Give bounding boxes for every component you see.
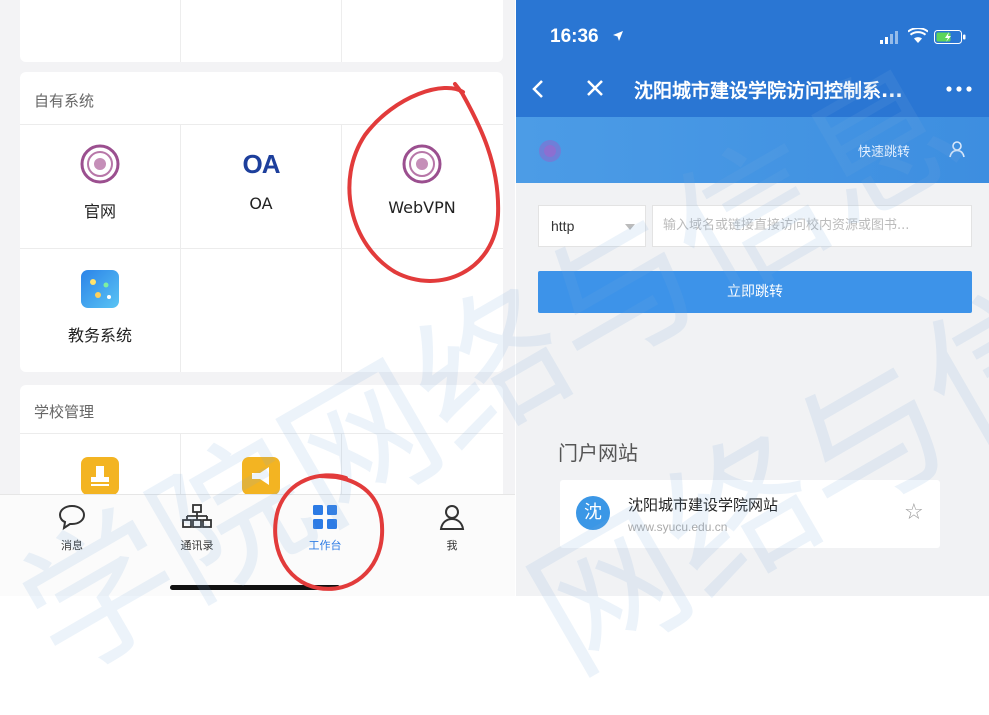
more-options-icon[interactable] xyxy=(946,86,972,92)
url-input[interactable]: 输入域名或链接直接访问校内资源或图书... xyxy=(652,205,972,247)
tab-label: 工作台 xyxy=(308,539,342,552)
back-arrow-icon[interactable] xyxy=(532,79,544,99)
megaphone-icon xyxy=(242,457,280,495)
app-label: 教务系统 xyxy=(67,326,132,345)
app-webvpn[interactable]: WebVPN xyxy=(342,144,502,217)
protocol-value: http xyxy=(551,218,575,234)
logo-circle-icon xyxy=(539,140,561,162)
status-bar: 16:36 xyxy=(516,0,989,62)
app-label: OA xyxy=(249,194,273,213)
own-systems-card: 自有系统 官网 OA OA WebVPN 教务系统 xyxy=(20,72,503,372)
app-oa[interactable]: OA OA xyxy=(181,144,341,213)
status-time: 16:36 xyxy=(550,26,599,47)
tab-messages[interactable]: 消息 xyxy=(32,503,112,553)
app-school-admin-1[interactable] xyxy=(20,457,180,499)
stamp-icon xyxy=(81,457,119,495)
app-school-admin-2[interactable] xyxy=(181,457,341,499)
grid-divider xyxy=(20,433,503,434)
jump-now-button[interactable]: 立即跳转 xyxy=(538,271,972,313)
navigation-bar: 沈阳城市建设学院访问控制系... xyxy=(516,62,989,117)
page-title: 沈阳城市建设学院访问控制系... xyxy=(634,80,903,102)
school-admin-title: 学校管理 xyxy=(34,403,95,421)
own-systems-title: 自有系统 xyxy=(34,92,95,110)
app-official-website[interactable]: 官网 xyxy=(20,144,180,222)
tab-me[interactable]: 我 xyxy=(412,503,492,553)
bottom-tab-bar: 消息 通讯录 工作台 我 xyxy=(0,494,515,596)
tab-contacts[interactable]: 通讯录 xyxy=(157,503,237,553)
url-form: http 输入域名或链接直接访问校内资源或图书... xyxy=(538,205,972,247)
protocol-select[interactable]: http xyxy=(538,205,646,247)
portal-section-title: 门户网站 xyxy=(558,441,638,465)
tab-label: 消息 xyxy=(61,539,83,552)
battery-charging-icon xyxy=(934,30,966,44)
tab-label: 通讯录 xyxy=(180,539,214,552)
header-banner: 快速跳转 xyxy=(516,117,989,183)
org-chart-icon xyxy=(182,504,212,528)
signal-icon xyxy=(880,31,898,44)
star-icon[interactable]: ☆ xyxy=(904,500,924,525)
person-icon xyxy=(439,505,465,530)
tab-label: 我 xyxy=(446,539,458,552)
grid-divider xyxy=(20,248,503,249)
grid-divider xyxy=(341,0,342,62)
chat-bubble-icon xyxy=(58,504,86,531)
app-label: WebVPN xyxy=(388,198,456,217)
previous-section-card xyxy=(20,0,503,62)
left-phone-screen: 自有系统 官网 OA OA WebVPN 教务系统 学校管理 消息 通讯录 工作… xyxy=(0,0,515,596)
home-indicator xyxy=(170,585,340,590)
portal-site-card[interactable]: 沈 沈阳城市建设学院网站 www.syucu.edu.cn ☆ xyxy=(560,480,940,548)
wifi-icon xyxy=(908,28,928,43)
oa-logo-icon: OA xyxy=(242,149,281,179)
academic-system-icon xyxy=(81,270,119,308)
site-name: 沈阳城市建设学院网站 xyxy=(628,496,779,514)
tab-workbench[interactable]: 工作台 xyxy=(285,503,365,553)
app-academic-system[interactable]: 教务系统 xyxy=(20,270,180,346)
grid-divider xyxy=(20,124,503,125)
grid-icon xyxy=(313,505,337,529)
location-arrow-icon xyxy=(613,31,623,41)
school-admin-card: 学校管理 xyxy=(20,385,503,510)
school-emblem-icon xyxy=(80,144,120,184)
site-url: www.syucu.edu.cn xyxy=(628,520,728,534)
quick-jump-link[interactable]: 快速跳转 xyxy=(858,141,910,160)
chevron-down-icon xyxy=(625,224,635,230)
close-icon[interactable] xyxy=(586,79,604,97)
app-label: 官网 xyxy=(83,202,116,221)
site-badge: 沈 xyxy=(576,496,610,530)
right-phone-screen: 16:36 沈阳城市建设学院访问控制系... 快速跳转 http 输入域名或链接… xyxy=(516,0,989,596)
grid-divider xyxy=(180,0,181,62)
user-icon[interactable] xyxy=(948,140,966,158)
school-emblem-icon xyxy=(402,144,442,184)
